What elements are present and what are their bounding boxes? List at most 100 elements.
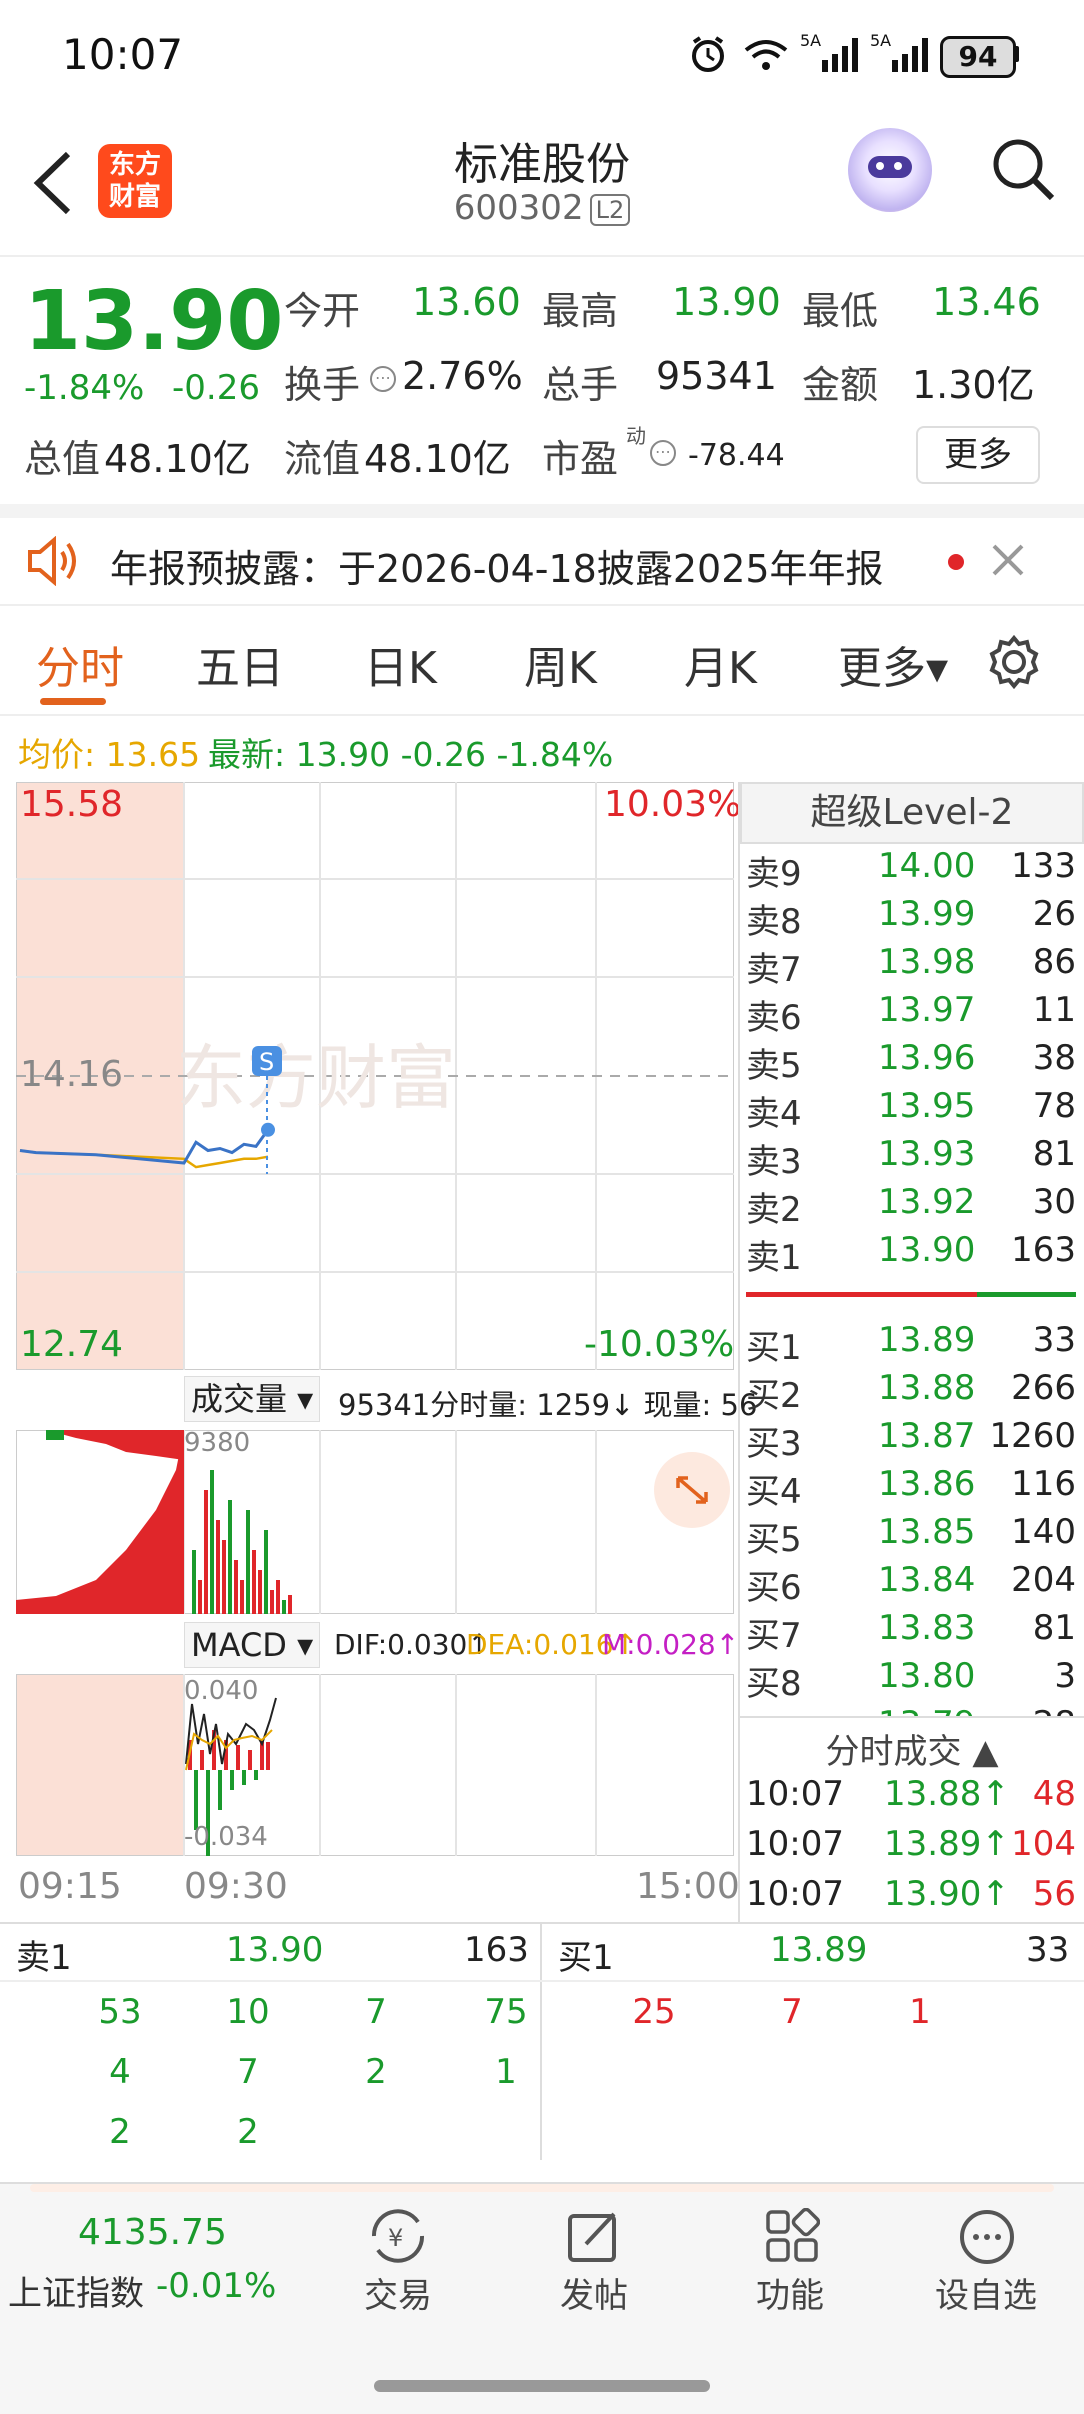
- volume-selector[interactable]: 成交量 ▾: [184, 1376, 321, 1422]
- bid-row[interactable]: 买4 13.86 116: [746, 1464, 1080, 1512]
- post-icon[interactable]: [566, 2208, 622, 2264]
- tab-weekly-k[interactable]: 周K: [524, 632, 597, 696]
- queue-buy-label: 买1: [558, 1938, 614, 1978]
- macd-bar: [230, 1770, 234, 1790]
- ask-row[interactable]: 卖4 13.95 78: [746, 1086, 1080, 1134]
- index-name[interactable]: 上证指数: [8, 2266, 144, 2315]
- bid-price: 13.86: [878, 1464, 976, 1504]
- sell-queue-order: 1: [495, 2052, 517, 2092]
- home-indicator[interactable]: [374, 2380, 710, 2392]
- volume-bar: [234, 1560, 238, 1614]
- volume-bar: [252, 1550, 256, 1614]
- assistant-avatar[interactable]: [848, 128, 932, 212]
- ask-vol: 81: [1032, 1134, 1076, 1174]
- level2-title[interactable]: 超级Level-2: [740, 782, 1084, 844]
- queue-top-divider: [0, 1922, 1084, 1924]
- index-value[interactable]: 4135.75: [78, 2212, 227, 2253]
- sell-queue-order: 7: [237, 2052, 259, 2092]
- bid-label: 买3: [746, 1424, 802, 1464]
- stock-header: 东方 财富 标准股份 600302 L2: [0, 110, 1084, 257]
- tick-price: 13.90↑: [884, 1874, 1010, 1914]
- search-icon[interactable]: [990, 136, 1056, 202]
- more-dots-icon[interactable]: [958, 2208, 1016, 2266]
- low-label: 最低: [802, 289, 879, 333]
- tick-volume: 104: [1011, 1824, 1076, 1864]
- ask-row[interactable]: 卖5 13.96 38: [746, 1038, 1080, 1086]
- level-tag: L2: [589, 193, 631, 226]
- settings-icon[interactable]: [986, 634, 1042, 690]
- volume-chart[interactable]: [16, 1430, 734, 1614]
- close-icon[interactable]: [990, 542, 1026, 578]
- info-icon[interactable]: ⋯: [370, 366, 396, 392]
- tab-indicator: [40, 698, 106, 705]
- volume-bar: [222, 1540, 226, 1614]
- volume-bar: [198, 1580, 202, 1614]
- pe-value: -78.44: [688, 438, 785, 473]
- ticks-title[interactable]: 分时成交 ▲: [740, 1724, 1084, 1773]
- ask-row[interactable]: 卖7 13.98 86: [746, 942, 1080, 990]
- tab-monthly-k[interactable]: 月K: [684, 632, 757, 696]
- ask-row[interactable]: 卖6 13.97 11: [746, 990, 1080, 1038]
- function-grid-icon[interactable]: [764, 2208, 820, 2264]
- buy-queue-order: 7: [781, 1992, 803, 2032]
- bid-row[interactable]: 买2 13.88 266: [746, 1368, 1080, 1416]
- bid-row[interactable]: 买3 13.87 1260: [746, 1416, 1080, 1464]
- volume-bar: [282, 1600, 286, 1614]
- bid-row[interactable]: 买5 13.85 140: [746, 1512, 1080, 1560]
- bid-vol: 140: [1011, 1512, 1076, 1552]
- ask-row[interactable]: 卖1 13.90 163: [746, 1230, 1080, 1278]
- macd-bar: [218, 1770, 222, 1810]
- macd-bar: [236, 1745, 240, 1770]
- ask-row[interactable]: 卖3 13.93 81: [746, 1134, 1080, 1182]
- alarm-icon: [692, 36, 724, 72]
- sheet-handle-strip: [30, 2184, 1054, 2192]
- ask-row[interactable]: 卖8 13.99 26: [746, 894, 1080, 942]
- tab-more[interactable]: 更多▾: [838, 632, 948, 696]
- latest-price-line: 最新: 13.90 -0.26 -1.84%: [208, 735, 614, 774]
- buy-queue-order: 25: [632, 1992, 676, 2032]
- volume-bar: [270, 1590, 274, 1614]
- more-button[interactable]: 更多: [916, 426, 1040, 484]
- macd-top-label: 0.040: [184, 1676, 259, 1706]
- tick-price: 13.89↑: [884, 1824, 1010, 1864]
- trade-icon[interactable]: ¥: [366, 2208, 430, 2264]
- sell-queue-order: 10: [226, 1992, 270, 2032]
- tab-five-day[interactable]: 五日: [196, 632, 284, 696]
- stock-code: 600302: [453, 188, 584, 228]
- turnover-value: 2.76%: [402, 354, 523, 398]
- tab-intraday[interactable]: 分时: [36, 632, 124, 696]
- bid-row[interactable]: 买1 13.89 33: [746, 1320, 1080, 1368]
- bid-vol: 116: [1011, 1464, 1076, 1504]
- ask-row[interactable]: 卖9 14.00 133: [746, 846, 1080, 894]
- bid-row[interactable]: 买6 13.84 204: [746, 1560, 1080, 1608]
- wifi-icon: [744, 40, 788, 70]
- intraday-chart[interactable]: 东方财富 S: [16, 782, 734, 1370]
- tick-volume: 56: [1032, 1874, 1076, 1914]
- y-max-label: 15.58: [20, 784, 124, 825]
- tab-daily-k[interactable]: 日K: [364, 632, 437, 696]
- macd-selector[interactable]: MACD ▾: [184, 1622, 321, 1668]
- post-tab[interactable]: 发帖: [524, 2268, 664, 2317]
- signal-5a-icon-2: 5A: [870, 31, 928, 72]
- macd-chart[interactable]: [16, 1674, 734, 1856]
- pct-min-label: -10.03%: [584, 1324, 735, 1365]
- tick-price: 13.88↑: [884, 1774, 1010, 1814]
- trade-tab[interactable]: 交易: [328, 2268, 468, 2317]
- bid-label: 买6: [746, 1568, 802, 1608]
- function-tab[interactable]: 功能: [720, 2268, 860, 2317]
- bid-row[interactable]: 买7 13.83 81: [746, 1608, 1080, 1656]
- svg-text:¥: ¥: [388, 2224, 403, 2252]
- tick-row: 10:07 13.88↑ 48: [746, 1774, 1080, 1822]
- notice-bar[interactable]: 年报预披露：于2026-04-18披露2025年年报: [0, 518, 1084, 606]
- volume-bar: [288, 1595, 292, 1614]
- bid-label: 买5: [746, 1520, 802, 1560]
- queue-sell-price: 13.90: [226, 1930, 324, 1970]
- svg-text:5A: 5A: [870, 31, 891, 50]
- volume-info: 95341分时量: 1259↓ 现量: 56: [338, 1382, 757, 1424]
- bid-price: 13.85: [878, 1512, 976, 1552]
- add-watchlist-tab[interactable]: 设自选: [916, 2268, 1056, 2317]
- ask-row[interactable]: 卖2 13.92 30: [746, 1182, 1080, 1230]
- bid-row[interactable]: 买8 13.80 3: [746, 1656, 1080, 1704]
- ask-price: 13.95: [878, 1086, 976, 1126]
- pe-info-icon[interactable]: ⋯: [650, 440, 676, 466]
